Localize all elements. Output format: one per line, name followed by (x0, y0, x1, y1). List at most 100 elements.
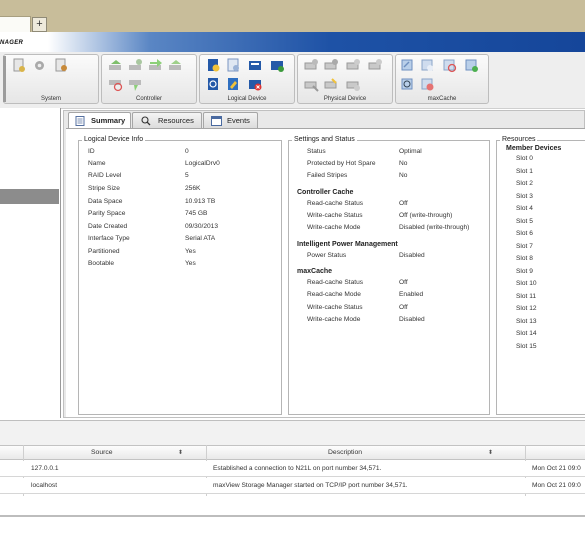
delete-logical-device-icon[interactable] (248, 77, 263, 92)
field-label: Read-cache Mode (307, 291, 361, 298)
system-settings-icon[interactable] (54, 58, 69, 73)
maxcache-search-icon[interactable] (400, 77, 415, 92)
physical-device-icon[interactable] (304, 58, 319, 73)
controller-rescan-icon[interactable] (108, 58, 123, 73)
tab-events[interactable]: Events (203, 112, 258, 128)
slot-item[interactable]: Slot 3 (516, 193, 533, 200)
field-value: 5 (185, 172, 189, 179)
description-cell: maxView Storage Manager started on TCP/I… (213, 482, 408, 489)
toolbar-group-logical-device: Logical Device (199, 54, 295, 104)
maxcache-disable-icon[interactable] (442, 58, 457, 73)
field-value: Disabled (write-through) (399, 224, 470, 231)
slot-item[interactable]: Slot 7 (516, 243, 533, 250)
controller-cache-heading: Controller Cache (297, 189, 354, 196)
section-legend: Settings and Status (292, 136, 357, 143)
toolbar-group-label: Controller (135, 96, 162, 102)
controller-flash-icon[interactable] (128, 77, 143, 92)
field-label: Failed Stripes (307, 172, 348, 179)
field-value: Serial ATA (185, 235, 216, 242)
slot-item[interactable]: Slot 8 (516, 255, 533, 262)
description-cell: Established a connection to N21L on port… (213, 465, 382, 472)
field-value: LogicalDrv0 (185, 160, 220, 167)
physical-device-settings-icon[interactable] (324, 58, 339, 73)
controller-disable-icon[interactable] (108, 77, 123, 92)
column-header-description[interactable]: Description (328, 449, 362, 456)
logical-device-properties-icon[interactable] (226, 58, 241, 73)
maxcache-create-icon[interactable] (400, 58, 415, 73)
section-legend: Resources (500, 136, 538, 143)
slot-item[interactable]: Slot 14 (516, 330, 537, 337)
slot-item[interactable]: Slot 4 (516, 205, 533, 212)
events-icon (211, 116, 222, 126)
slot-item[interactable]: Slot 5 (516, 218, 533, 225)
column-header-source[interactable]: Source (91, 449, 113, 456)
tree-item-selected[interactable] (0, 189, 59, 204)
field-label: Bootable (88, 260, 115, 267)
maxcache-properties-icon[interactable] (420, 58, 435, 73)
summary-icon (75, 116, 85, 126)
browser-tab[interactable] (0, 16, 31, 33)
slot-item[interactable]: Slot 6 (516, 230, 533, 237)
slot-item[interactable]: Slot 10 (516, 280, 537, 287)
maxcache-delete-icon[interactable] (420, 77, 435, 92)
field-value: Off (399, 200, 408, 207)
new-tab-button[interactable]: + (32, 17, 47, 32)
field-label: Read-cache Status (307, 200, 364, 207)
physical-device-locate-icon[interactable] (324, 77, 339, 92)
field-label: Write-cache Status (307, 212, 363, 219)
controller-import-icon[interactable] (128, 58, 143, 73)
enterprise-view-tree (0, 108, 61, 418)
maxcache-enable-icon[interactable] (464, 58, 479, 73)
source-cell: 127.0.0.1 (31, 465, 59, 472)
slot-item[interactable]: Slot 15 (516, 343, 537, 350)
logical-device-globe-icon[interactable] (270, 58, 285, 73)
slot-item[interactable]: Slot 11 (516, 293, 536, 300)
slot-item[interactable]: Slot 12 (516, 305, 537, 312)
tab-resources[interactable]: Resources (132, 112, 202, 128)
slot-item[interactable]: Slot 9 (516, 268, 533, 275)
slot-item[interactable]: Slot 1 (516, 168, 533, 175)
controller-arrow-icon[interactable] (148, 58, 163, 73)
brand-bar (0, 32, 585, 52)
field-label: Interface Type (88, 235, 130, 242)
field-value: 256K (185, 185, 201, 192)
field-value: Yes (185, 260, 196, 267)
table-row[interactable]: 127.0.0.1 Established a connection to N2… (0, 461, 585, 477)
controller-refresh-icon[interactable] (168, 58, 183, 73)
tab-summary[interactable]: Summary (68, 112, 131, 129)
field-label: Write-cache Status (307, 304, 363, 311)
physical-device-erase-icon[interactable] (346, 77, 361, 92)
toolbar-group-label: Physical Device (323, 96, 367, 102)
slot-item[interactable]: Slot 0 (516, 155, 533, 162)
sort-icon[interactable]: ⬍ (488, 449, 493, 456)
gear-icon[interactable] (32, 58, 47, 73)
physical-device-add-icon[interactable] (346, 58, 361, 73)
physical-device-tools-icon[interactable] (304, 77, 319, 92)
field-label: Power Status (307, 252, 347, 259)
create-logical-device-icon[interactable] (206, 58, 221, 73)
settings-status-section: Settings and Status (288, 136, 490, 415)
logical-device-search-icon[interactable] (206, 77, 221, 92)
physical-device-remove-icon[interactable] (368, 58, 383, 73)
logical-device-edit-icon[interactable] (226, 77, 241, 92)
sort-icon[interactable]: ⬍ (178, 449, 183, 456)
tab-label: Summary (91, 116, 126, 125)
browser-tab-strip (0, 0, 585, 32)
logical-device-expand-icon[interactable] (248, 58, 263, 73)
field-value: 09/30/2013 (185, 223, 219, 230)
toolbar-group-physical-device: Physical Device (297, 54, 393, 104)
slot-item[interactable]: Slot 13 (516, 318, 537, 325)
toolbar-group-label: Logical Device (227, 96, 267, 102)
add-system-icon[interactable] (12, 58, 27, 73)
field-value: Disabled (399, 252, 425, 259)
field-label: ID (88, 148, 95, 155)
table-row[interactable]: localhost maxView Storage Manager starte… (0, 478, 585, 494)
field-label: Read-cache Status (307, 279, 364, 286)
field-value: No (399, 160, 408, 167)
slot-item[interactable]: Slot 2 (516, 180, 533, 187)
field-label: Stripe Size (88, 185, 120, 192)
field-value: Off (399, 279, 408, 286)
field-value: Off (399, 304, 408, 311)
field-value: 10.913 TB (185, 198, 216, 205)
status-bar-divider (0, 515, 585, 517)
